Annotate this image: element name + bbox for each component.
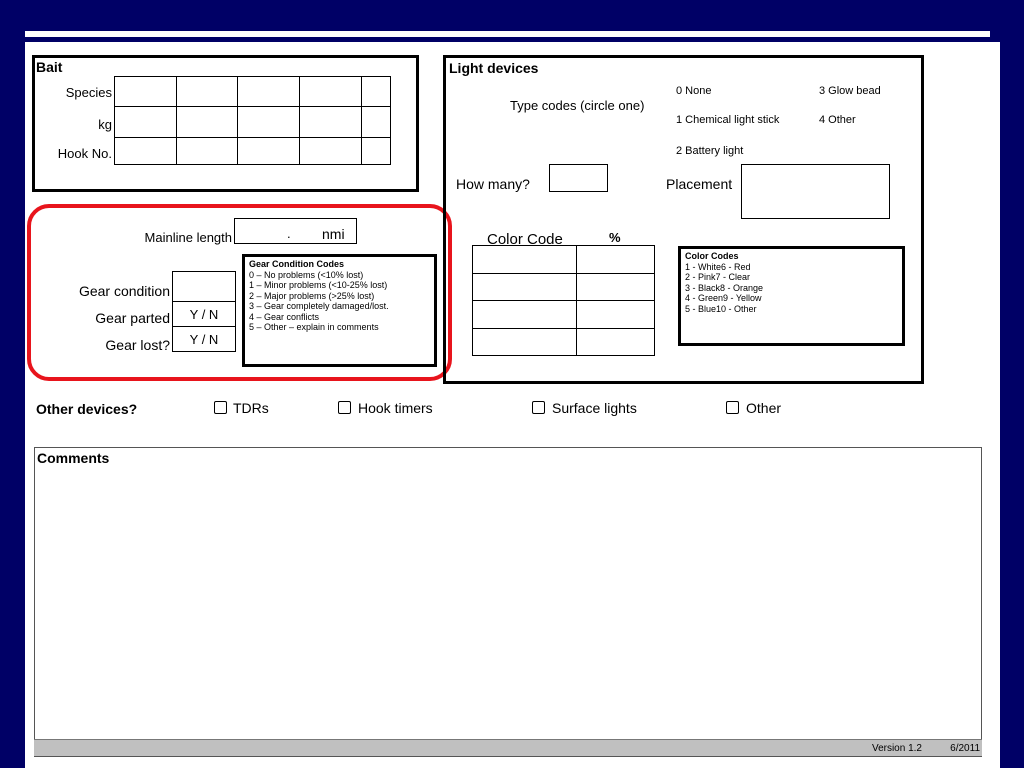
percent-cell[interactable]	[576, 328, 655, 356]
color-codes-title: Color Codes	[685, 251, 739, 261]
version-text: Version 1.2	[871, 743, 922, 754]
color-code-item: 3 - Black8 - Orange	[685, 282, 764, 293]
color-code-item: 5 - Blue10 - Other	[685, 303, 757, 314]
bait-cell[interactable]	[299, 137, 362, 165]
red-highlight-outline	[27, 204, 452, 381]
color-code-item: 4 - Green9 - Yellow	[685, 293, 762, 303]
type-codes-label: Type codes (circle one)	[510, 98, 645, 113]
type-code-item: 2 Battery light	[676, 145, 744, 157]
how-many-field[interactable]	[549, 164, 608, 192]
bait-kg-label: kg	[98, 117, 112, 132]
top-rule	[25, 31, 990, 37]
hook-timers-checkbox[interactable]	[338, 401, 351, 414]
light-devices-section: Light devices Type codes (circle one) 0 …	[443, 55, 924, 384]
bait-hook-no-label: Hook No.	[57, 146, 112, 161]
percent-cell[interactable]	[576, 300, 655, 329]
color-codes-legend: Color Codes 1 - White6 - Red 2 - Pink7 -…	[678, 246, 905, 346]
bait-grid	[114, 76, 391, 165]
percent-cell[interactable]	[576, 273, 655, 301]
bait-section: Bait Species kg Hook No.	[32, 55, 419, 192]
bait-species-label: Species	[65, 85, 112, 100]
color-code-cell[interactable]	[472, 273, 577, 301]
comments-box[interactable]: Comments	[34, 447, 982, 757]
type-code-item: 1 Chemical light stick	[676, 114, 780, 126]
bait-cell[interactable]	[176, 76, 238, 107]
bait-cell[interactable]	[361, 106, 391, 138]
bait-cell[interactable]	[237, 76, 300, 107]
hook-timers-label: Hook timers	[358, 400, 433, 416]
color-code-item: 1 - White6 - Red	[685, 261, 751, 272]
color-code-cell[interactable]	[472, 300, 577, 329]
tdrs-checkbox[interactable]	[214, 401, 227, 414]
bait-cell[interactable]	[114, 106, 177, 138]
bait-cell[interactable]	[114, 137, 177, 165]
color-code-item: 2 - Pink7 - Clear	[685, 272, 751, 282]
placement-field[interactable]	[741, 164, 890, 219]
surface-lights-label: Surface lights	[552, 400, 637, 416]
footer-bar: Version 1.2 6/2011	[34, 739, 982, 756]
percent-header: %	[609, 230, 621, 245]
bait-cell[interactable]	[361, 76, 391, 107]
type-code-item: 3 Glow bead	[819, 85, 881, 97]
form-page: Bait Species kg Hook No. Mainline length…	[25, 42, 1000, 768]
other-checkbox[interactable]	[726, 401, 739, 414]
surface-lights-checkbox[interactable]	[532, 401, 545, 414]
bait-cell[interactable]	[176, 106, 238, 138]
bait-cell[interactable]	[299, 76, 362, 107]
bait-cell[interactable]	[361, 137, 391, 165]
color-code-grid	[472, 245, 655, 356]
type-code-item: 4 Other	[819, 114, 856, 126]
other-devices-label: Other devices?	[36, 401, 138, 417]
how-many-label: How many?	[456, 176, 530, 192]
comments-label: Comments	[37, 450, 110, 466]
bait-cell[interactable]	[237, 137, 300, 165]
other-label: Other	[746, 400, 782, 416]
light-devices-title: Light devices	[449, 60, 539, 76]
bait-cell[interactable]	[237, 106, 300, 138]
placement-label: Placement	[666, 176, 733, 192]
type-code-item: 0 None	[676, 85, 712, 97]
tdrs-label: TDRs	[233, 400, 269, 416]
bait-cell[interactable]	[114, 76, 177, 107]
color-code-cell[interactable]	[472, 328, 577, 356]
bait-title: Bait	[36, 59, 63, 75]
color-code-cell[interactable]	[472, 245, 577, 274]
bait-cell[interactable]	[299, 106, 362, 138]
version-date: 6/2011	[950, 743, 980, 754]
percent-cell[interactable]	[576, 245, 655, 274]
bait-cell[interactable]	[176, 137, 238, 165]
